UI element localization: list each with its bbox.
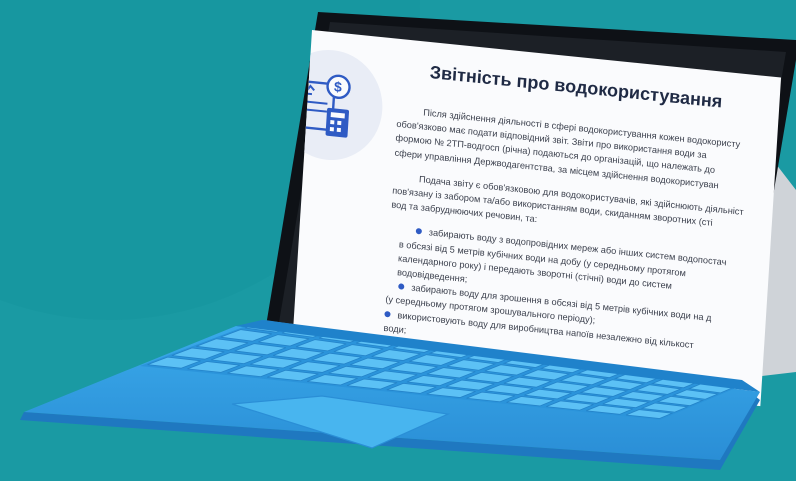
keyboard-cover (0, 0, 796, 481)
scene: $ Звітність про водокористування Після з… (0, 0, 796, 481)
